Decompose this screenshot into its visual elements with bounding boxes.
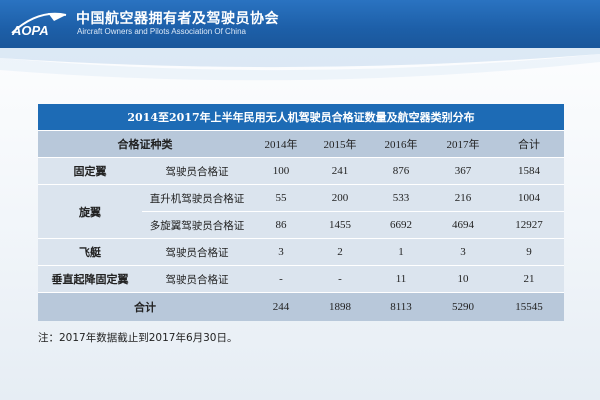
cell-value: - (310, 265, 370, 293)
cell-value: 11 (370, 265, 432, 293)
aopa-logo-icon: AOPA (11, 12, 67, 38)
header-year-2017: 2017年 (432, 130, 494, 158)
group-rotorcraft: 旋翼 (38, 184, 142, 239)
cell-value: 55 (252, 184, 310, 212)
header-cert-type: 合格证种类 (38, 130, 252, 158)
cell-value: 86 (252, 211, 310, 239)
total-value: 1898 (310, 292, 370, 321)
cell-value: 6692 (370, 211, 432, 239)
table-total-row: 合计 244 1898 8113 5290 15545 (38, 292, 564, 321)
table-caption-row: 2014至2017年上半年民用无人机驾驶员合格证数量及航空器类别分布 (38, 104, 564, 131)
cell-value: 100 (252, 157, 310, 185)
cell-value: 1584 (494, 157, 564, 185)
header-year-2015: 2015年 (310, 130, 370, 158)
table-row: 旋翼 直升机驾驶员合格证 55 200 533 216 1004 (38, 184, 564, 239)
sub-type: 驾驶员合格证 (142, 238, 252, 266)
cell-value: 876 (370, 157, 432, 185)
certificate-table: 2014至2017年上半年民用无人机驾驶员合格证数量及航空器类别分布 合格证种类… (38, 104, 564, 321)
table-row: 飞艇 驾驶员合格证 3 2 1 3 9 (38, 238, 564, 266)
org-title-cn: 中国航空器拥有者及驾驶员协会 (76, 11, 279, 27)
group-fixed-wing: 固定翼 (38, 157, 142, 185)
sub-type: 驾驶员合格证 (142, 265, 252, 293)
table-caption: 2014至2017年上半年民用无人机驾驶员合格证数量及航空器类别分布 (38, 104, 564, 131)
sub-type: 直升机驾驶员合格证 (142, 184, 252, 212)
group-vtol-fixed-wing: 垂直起降固定翼 (38, 265, 142, 293)
cell-value: 3 (432, 238, 494, 266)
cell-value: 1 (370, 238, 432, 266)
cell-value: 2 (310, 238, 370, 266)
total-value: 244 (252, 292, 310, 321)
cell-value: 367 (432, 157, 494, 185)
sub-type: 驾驶员合格证 (142, 157, 252, 185)
total-value: 8113 (370, 292, 432, 321)
total-value: 5290 (432, 292, 494, 321)
cell-value: 1004 (494, 184, 564, 212)
cell-value: 9 (494, 238, 564, 266)
cell-value: 200 (310, 184, 370, 212)
cell-value: 3 (252, 238, 310, 266)
cell-value: 10 (432, 265, 494, 293)
table-row: 固定翼 驾驶员合格证 100 241 876 367 1584 (38, 157, 564, 185)
cell-value: 216 (432, 184, 494, 212)
cell-value: 241 (310, 157, 370, 185)
page-header: AOPA 中国航空器拥有者及驾驶员协会 Aircraft Owners and … (0, 0, 600, 48)
footnote: 注：2017年数据截止到2017年6月30日。 (38, 332, 238, 344)
header-year-2016: 2016年 (370, 130, 432, 158)
header-year-2014: 2014年 (252, 130, 310, 158)
sub-type: 多旋翼驾驶员合格证 (142, 211, 252, 239)
total-value: 15545 (494, 292, 564, 321)
cell-value: 4694 (432, 211, 494, 239)
cell-value: 21 (494, 265, 564, 293)
cell-value: 12927 (494, 211, 564, 239)
certificate-table-container: 2014至2017年上半年民用无人机驾驶员合格证数量及航空器类别分布 合格证种类… (38, 104, 564, 321)
cell-value: 533 (370, 184, 432, 212)
cell-value: - (252, 265, 310, 293)
org-title-en: Aircraft Owners and Pilots Association O… (77, 27, 246, 36)
cell-value: 1455 (310, 211, 370, 239)
total-label: 合计 (38, 292, 252, 321)
table-row: 垂直起降固定翼 驾驶员合格证 - - 11 10 21 (38, 265, 564, 293)
group-airship: 飞艇 (38, 238, 142, 266)
header-swoosh-decoration (0, 48, 600, 81)
logo-text: AOPA (11, 23, 49, 38)
table-header-row: 合格证种类 2014年 2015年 2016年 2017年 合计 (38, 130, 564, 158)
header-total: 合计 (494, 130, 564, 158)
